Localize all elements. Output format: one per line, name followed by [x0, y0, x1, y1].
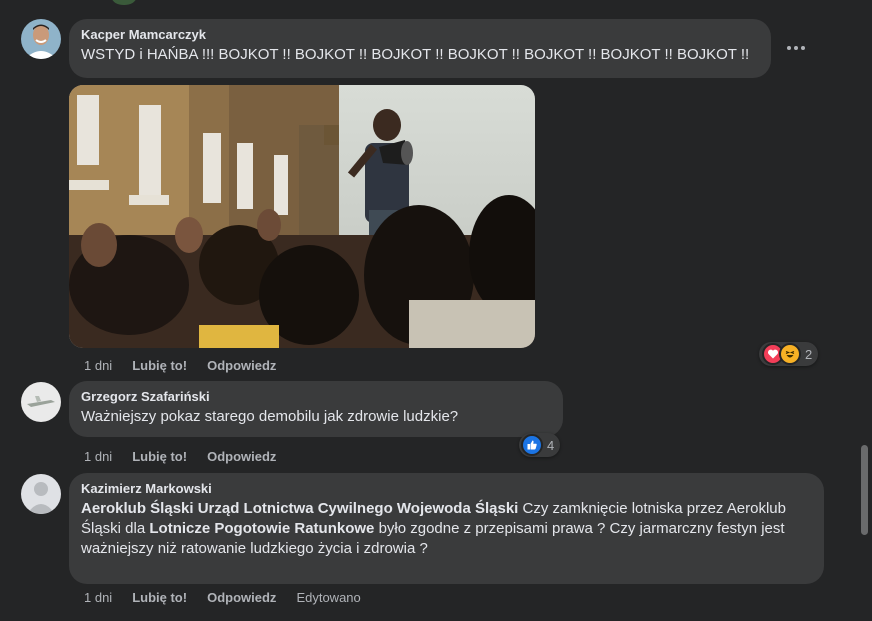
comment-author[interactable]: Kazimierz Markowski	[81, 481, 812, 497]
comment-author[interactable]: Kacper Mamcarczyk	[81, 27, 759, 43]
comments-section: Kacper Mamcarczyk WSTYD i HAŃBA !!! BOJK…	[0, 0, 872, 621]
like-button[interactable]: Lubię to!	[132, 449, 187, 464]
avatar[interactable]	[21, 19, 61, 59]
reply-button[interactable]: Odpowiedz	[207, 590, 276, 605]
mention-tag[interactable]: Lotnicze Pogotowie Ratunkowe	[149, 520, 374, 537]
edited-label: Edytowano	[296, 589, 361, 605]
mention-tag[interactable]: Wojewoda Śląski	[397, 500, 518, 517]
dot-icon	[787, 46, 791, 50]
dot-icon	[801, 46, 805, 50]
comment-actions: 1 dni Lubię to! Odpowiedz Edytowano	[84, 588, 361, 606]
comment-timestamp[interactable]: 1 dni	[84, 590, 112, 605]
reactions-summary[interactable]: 2	[759, 342, 819, 366]
comment-timestamp[interactable]: 1 dni	[84, 358, 112, 373]
like-icon	[521, 434, 543, 456]
previous-comment-remnant	[112, 0, 344, 5]
reactions-count: 2	[805, 346, 813, 362]
scrollbar[interactable]	[861, 445, 868, 535]
comment-timestamp[interactable]: 1 dni	[84, 449, 112, 464]
reply-button[interactable]: Odpowiedz	[207, 358, 276, 373]
comment-bubble: Kazimierz Markowski Aeroklub Śląski Urzą…	[69, 473, 824, 584]
like-button[interactable]: Lubię to!	[132, 358, 187, 373]
mention-tag[interactable]: Aeroklub Śląski	[81, 500, 194, 517]
comment-actions: 1 dni Lubię to! Odpowiedz	[84, 356, 276, 374]
reactions-count: 4	[547, 437, 555, 453]
haha-icon	[779, 343, 801, 365]
reply-button[interactable]: Odpowiedz	[207, 449, 276, 464]
comment-author[interactable]: Grzegorz Szafariński	[81, 389, 551, 405]
dot-icon	[794, 46, 798, 50]
comment-text: Aeroklub Śląski Urząd Lotnictwa Cywilneg…	[81, 499, 812, 559]
mention-tag[interactable]: Urząd Lotnictwa Cywilnego	[198, 500, 393, 517]
comment-image[interactable]	[69, 85, 535, 348]
like-button[interactable]: Lubię to!	[132, 590, 187, 605]
comment-bubble: Kacper Mamcarczyk WSTYD i HAŃBA !!! BOJK…	[69, 19, 771, 78]
avatar[interactable]	[21, 382, 61, 422]
reactions-summary[interactable]: 4	[519, 433, 561, 457]
comment-text: Ważniejszy pokaz starego demobilu jak zd…	[81, 408, 459, 425]
previous-avatar	[112, 0, 136, 5]
comment-text: WSTYD i HAŃBA !!! BOJKOT !! BOJKOT !! BO…	[81, 46, 750, 63]
more-options-button[interactable]	[782, 36, 810, 60]
comment-bubble: Grzegorz Szafariński Ważniejszy pokaz st…	[69, 381, 563, 437]
avatar[interactable]	[21, 474, 61, 514]
comment-actions: 1 dni Lubię to! Odpowiedz	[84, 447, 276, 465]
